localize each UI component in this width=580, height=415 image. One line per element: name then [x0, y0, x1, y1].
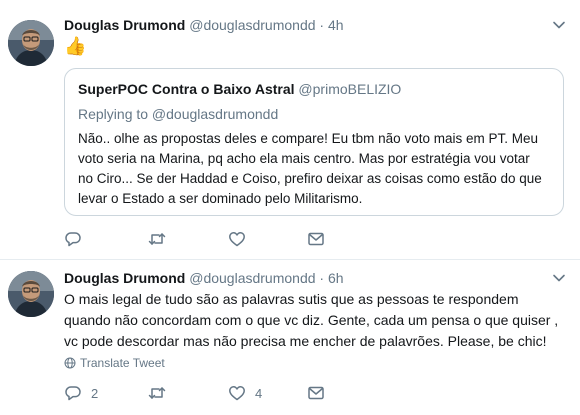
tweet-header: Douglas Drumond @douglasdrumondd · 4h [64, 17, 344, 33]
envelope-icon [308, 386, 324, 400]
translate-label: Translate Tweet [80, 356, 165, 370]
author-handle[interactable]: @douglasdrumondd [189, 17, 315, 33]
separator-dot: · [319, 17, 325, 33]
quoted-tweet[interactable]: SuperPOC Contra o Baixo Astral @primoBEL… [64, 68, 564, 216]
globe-icon [64, 357, 76, 369]
tweet-actions [64, 229, 364, 249]
tweet[interactable]: Douglas Drumond @douglasdrumondd · 4h 👍 … [0, 0, 580, 260]
retweet-button[interactable] [148, 383, 175, 403]
reply-icon [65, 232, 81, 247]
author-name[interactable]: Douglas Drumond [64, 270, 185, 286]
retweet-button[interactable] [148, 229, 175, 249]
direct-message-button[interactable] [307, 383, 325, 403]
retweet-icon [148, 233, 166, 245]
quoted-author-name: SuperPOC Contra o Baixo Astral [78, 81, 295, 97]
direct-message-button[interactable] [307, 229, 325, 249]
reply-button[interactable] [64, 229, 91, 249]
quoted-text: Não.. olhe as propostas deles e compare!… [78, 131, 542, 206]
timestamp[interactable]: 6h [328, 270, 344, 286]
timeline: Douglas Drumond @douglasdrumondd · 4h 👍 … [0, 0, 580, 415]
reply-button[interactable]: 2 [64, 383, 98, 403]
timestamp[interactable]: 4h [328, 17, 344, 33]
reply-count: 2 [91, 385, 99, 401]
replying-to: Replying to @douglasdrumondd [78, 106, 279, 122]
reply-icon [65, 386, 81, 401]
like-count: 4 [255, 385, 263, 401]
chevron-down-icon[interactable] [552, 18, 566, 32]
quoted-header: SuperPOC Contra o Baixo Astral @primoBEL… [78, 81, 401, 97]
retweet-icon [148, 387, 166, 399]
chevron-down-icon[interactable] [552, 271, 566, 285]
tweet[interactable]: Douglas Drumond @douglasdrumondd · 6h O … [0, 259, 580, 415]
separator-dot: · [319, 270, 325, 286]
avatar[interactable] [8, 20, 54, 66]
author-handle[interactable]: @douglasdrumondd [189, 270, 315, 286]
like-button[interactable] [228, 229, 255, 249]
thumbs-up-emoji: 👍 [64, 36, 87, 56]
tweet-actions: 2 4 [64, 383, 364, 403]
avatar[interactable] [8, 271, 54, 317]
heart-icon [229, 232, 245, 247]
tweet-header: Douglas Drumond @douglasdrumondd · 6h [64, 270, 344, 286]
author-name[interactable]: Douglas Drumond [64, 17, 185, 33]
heart-icon [229, 386, 245, 401]
tweet-text: O mais legal de tudo são as palavras sut… [64, 291, 559, 349]
envelope-icon [308, 232, 324, 246]
translate-tweet-link[interactable]: Translate Tweet [64, 356, 165, 370]
quoted-author-handle: @primoBELIZIO [298, 81, 402, 97]
like-button[interactable]: 4 [228, 383, 262, 403]
